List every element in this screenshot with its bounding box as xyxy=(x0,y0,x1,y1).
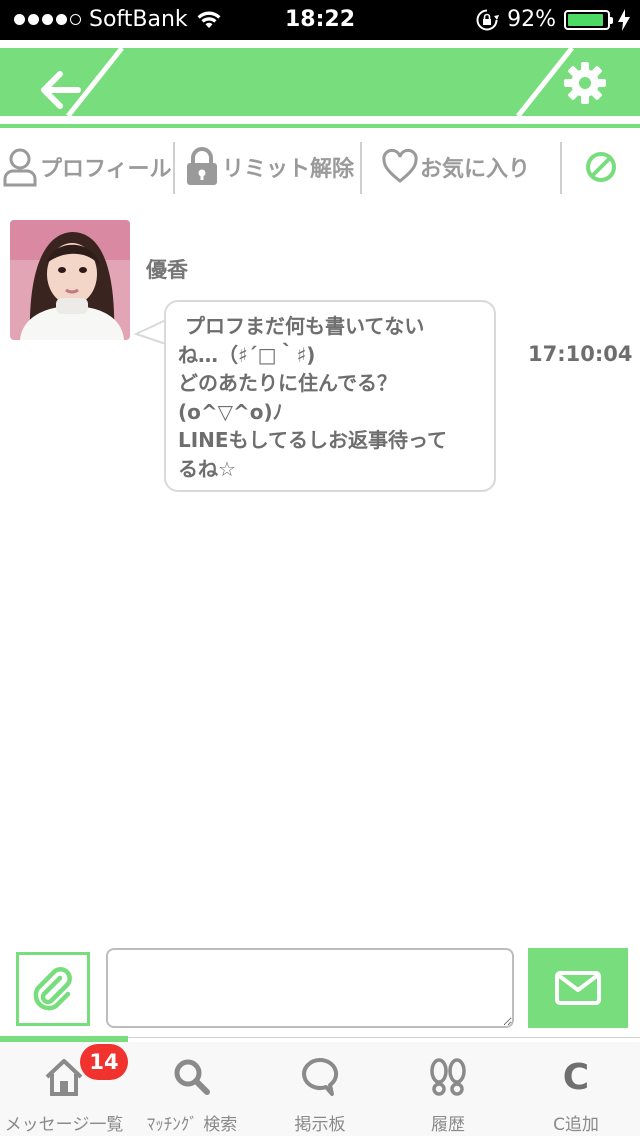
nav-history-label: 履歴 xyxy=(431,1115,465,1135)
tab-profile-label: プロフィール xyxy=(40,157,172,182)
bubble-tail xyxy=(134,319,167,345)
unread-badge: 14 xyxy=(80,1044,128,1080)
nav-messages-label: メッセージ一覧 xyxy=(4,1115,124,1135)
battery-info: 92% xyxy=(475,7,630,32)
nav-board-label: 掲示板 xyxy=(294,1115,346,1135)
back-button[interactable] xyxy=(0,48,130,116)
gear-icon xyxy=(564,62,606,104)
home-icon xyxy=(45,1059,83,1096)
tab-profile[interactable]: プロフィール xyxy=(2,140,172,194)
message-line: LINEもしてるしお返事待って xyxy=(178,428,447,452)
nav-c-add[interactable]: C C追加 xyxy=(512,1042,640,1136)
search-icon xyxy=(174,1059,210,1095)
profile-action-bar: プロフィール リミット解除 お気に入り xyxy=(0,140,640,196)
tab-limit-release[interactable]: リミット解除 xyxy=(184,140,354,194)
heart-icon xyxy=(382,149,418,185)
charging-icon xyxy=(618,8,630,31)
bottom-nav: 14 メッセージ一覧 ﾏｯﾁﾝｸﾞ 検索 掲示板 履歴 C C追加 xyxy=(0,1042,640,1136)
message-timestamp: 17:10:04 xyxy=(528,342,633,366)
nav-matching-search[interactable]: ﾏｯﾁﾝｸﾞ 検索 xyxy=(128,1042,256,1136)
lock-icon xyxy=(184,147,220,187)
send-button[interactable] xyxy=(528,948,628,1028)
header-divider xyxy=(0,124,640,128)
rotation-lock-icon xyxy=(476,9,500,30)
app-header xyxy=(0,48,640,116)
nav-matching-search-label: ﾏｯﾁﾝｸﾞ 検索 xyxy=(146,1115,238,1135)
message-line: ね…（♯´□｀♯) xyxy=(178,342,316,367)
message-input[interactable] xyxy=(106,948,514,1028)
footprints-icon xyxy=(430,1058,466,1096)
envelope-icon xyxy=(555,971,601,1005)
battery-icon xyxy=(564,9,613,30)
nav-board[interactable]: 掲示板 xyxy=(256,1042,384,1136)
message-line: プロフまだ何も書いてない xyxy=(178,314,425,338)
tab-favorite[interactable]: お気に入り xyxy=(382,140,530,194)
message-bubble: プロフまだ何も書いてない ね…（♯´□｀♯) どのあたりに住んでる？ (o^▽^… xyxy=(164,300,496,492)
tab-divider xyxy=(360,142,362,194)
tab-favorite-label: お気に入り xyxy=(420,157,531,182)
message-line: るね☆ xyxy=(178,456,236,481)
tab-divider xyxy=(173,142,175,194)
message-line: (o^▽^o)ﾉ xyxy=(178,399,283,424)
chat-bubble-icon xyxy=(302,1057,339,1096)
sender-name: 優香 xyxy=(146,258,188,282)
block-button[interactable] xyxy=(584,140,618,194)
settings-button[interactable] xyxy=(520,48,640,116)
battery-percent: 92% xyxy=(507,7,556,32)
avatar[interactable] xyxy=(10,220,130,340)
person-icon xyxy=(2,147,38,187)
c-letter-icon: C xyxy=(562,1056,590,1098)
nav-history[interactable]: 履歴 xyxy=(384,1042,512,1136)
message-line: どのあたりに住んでる？ xyxy=(178,371,397,395)
block-icon xyxy=(586,152,616,182)
arrow-left-icon xyxy=(41,71,81,109)
attach-button[interactable] xyxy=(16,952,90,1026)
tab-limit-release-label: リミット解除 xyxy=(222,157,355,182)
nav-c-add-label: C追加 xyxy=(553,1115,599,1135)
nav-messages[interactable]: 14 メッセージ一覧 xyxy=(0,1042,128,1136)
tab-divider xyxy=(560,142,562,194)
status-bar: SoftBank 18:22 92% xyxy=(0,0,640,40)
paperclip-icon xyxy=(33,967,72,1011)
